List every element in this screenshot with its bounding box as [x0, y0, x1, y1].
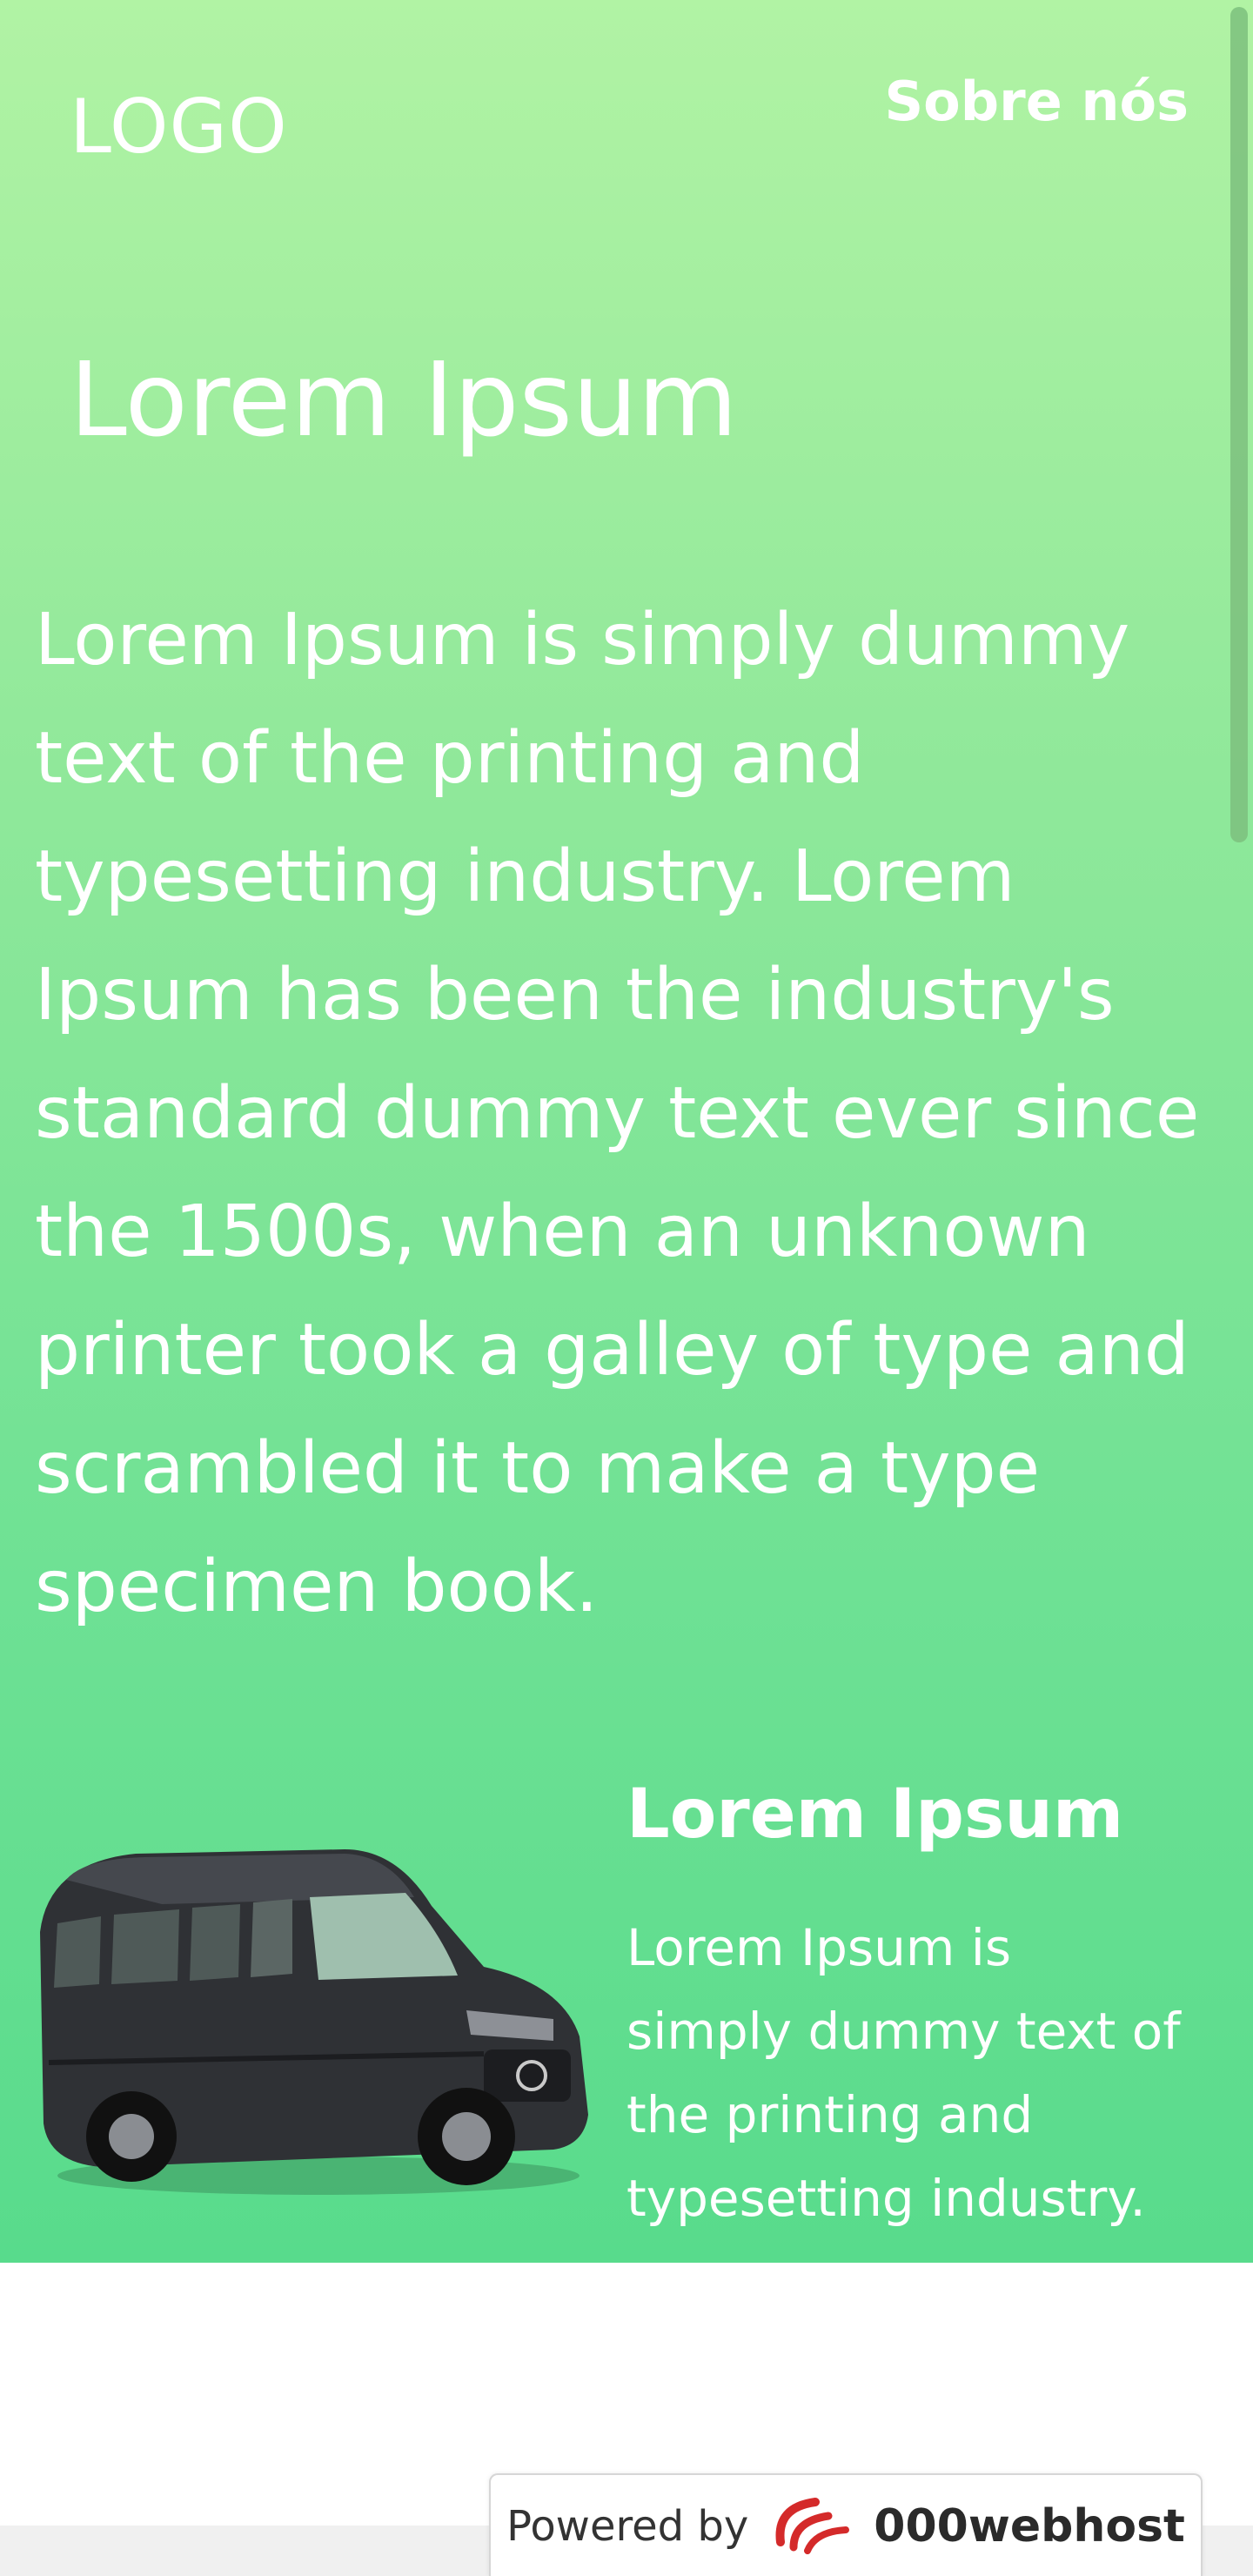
- hero-section: LOGO Sobre nós Lorem Ipsum Lorem Ipsum i…: [0, 0, 1253, 2263]
- van-icon: [31, 1801, 597, 2202]
- logo[interactable]: LOGO: [70, 84, 288, 171]
- page: LOGO Sobre nós Lorem Ipsum Lorem Ipsum i…: [0, 0, 1253, 2576]
- intro-paragraph: Lorem Ipsum is simply dummy text of the …: [35, 599, 1200, 1628]
- webhost-swirl-icon: [767, 2490, 854, 2563]
- scrollbar[interactable]: [1230, 7, 1248, 842]
- feature-title: Lorem Ipsum: [626, 1775, 1124, 1854]
- nav-link-about[interactable]: Sobre nós: [885, 70, 1189, 133]
- powered-by-badge[interactable]: Powered by 000webhost: [489, 2473, 1203, 2576]
- powered-by-brand: 000webhost: [874, 2500, 1185, 2553]
- page-title: Lorem Ipsum: [70, 339, 738, 460]
- powered-by-label: Powered by: [506, 2502, 749, 2551]
- feature-text: Lorem Ipsum is simply dummy text of the …: [626, 1918, 1181, 2228]
